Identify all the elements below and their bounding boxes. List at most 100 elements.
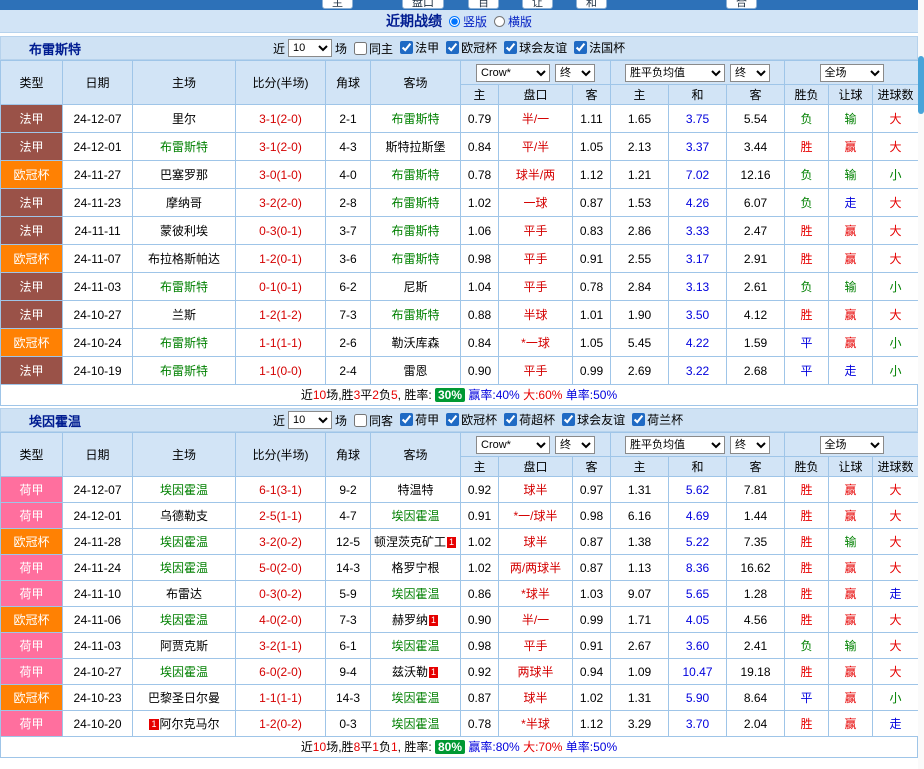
odds-draw: 4.22 [668,328,727,357]
odds-time-select[interactable]: 终 [555,435,595,454]
result-handicap: 输 [828,160,874,189]
league-filter-荷超杯[interactable]: 荷超杯 [504,411,555,428]
odds-draw: 4.05 [668,606,727,633]
handicap-away-odds: 0.99 [572,606,611,633]
league-filter-checkbox[interactable] [504,413,518,426]
col-goals-result: 进球数 [872,84,920,105]
handicap-home-odds: 0.92 [460,658,499,685]
league-badge: 法甲 [0,272,63,301]
league-filter-checkbox[interactable] [400,413,414,426]
match-row: 荷甲 24-10-27 埃因霍温 6-0(2-0) 9-4 兹沃勒 1 0.92 两球半 0.94… [0,658,920,685]
result-handicap: 赢 [828,328,874,357]
handicap-line: *半球 [498,710,573,737]
home-team: 摩纳哥 [132,188,236,217]
league-filter-checkbox[interactable] [446,413,460,426]
league-filter-checkbox[interactable] [562,413,576,426]
home-team: 乌德勒支 [132,502,236,529]
handicap-away-odds: 0.78 [572,272,611,301]
clipped-toolbar: 主 盘口 百 让 和 合 [0,0,918,10]
odds-home: 1.53 [610,188,669,217]
league-filter-欧冠杯[interactable]: 欧冠杯 [446,411,497,428]
match-score: 3-2(2-0) [235,188,326,217]
corner-score: 0-3 [325,710,371,737]
handicap-home-odds: 0.88 [460,300,499,329]
scrollbar-track[interactable] [918,0,924,769]
odds-draw: 5.65 [668,580,727,607]
scope-select[interactable]: 全场 [819,63,884,82]
handicap-line: 球半 [498,476,573,503]
clipped-tab[interactable]: 主 [322,0,353,9]
league-filter-checkbox[interactable] [504,41,518,54]
col-result: 胜负 [784,456,830,477]
summary-row: 近10场,胜3平2负5, 胜率: 30% 赢率:40% 大:60% 单率:50% [0,385,918,406]
scope-select[interactable]: 全场 [819,435,884,454]
odds-away: 19.18 [725,658,786,685]
europe-time-select[interactable]: 终 [730,435,771,454]
odds-away: 1.59 [725,328,786,357]
odds-draw: 3.60 [668,632,727,659]
corner-score: 2-1 [325,104,371,133]
games-label: 场 [335,41,348,56]
match-date: 24-11-11 [62,216,133,245]
col-odds-draw: 和 [668,456,727,477]
odds-time-select[interactable]: 终 [555,63,595,82]
europe-odds-select[interactable]: 胜平负均值 [625,435,726,454]
clipped-tab[interactable]: 合 [726,0,757,9]
same-venue-filter[interactable]: 同客 [354,412,393,429]
odds-draw: 4.69 [668,502,727,529]
summary-text: 场,胜 [326,388,354,402]
match-score: 1-2(1-2) [235,300,326,329]
europe-time-select[interactable]: 终 [730,63,771,82]
away-team: 雷恩 [370,356,461,385]
result-outcome: 胜 [784,580,830,607]
col-home: 主场 [132,60,236,105]
same-venue-checkbox[interactable] [354,413,368,427]
league-filter-checkbox[interactable] [446,41,460,54]
league-filter-球会友谊[interactable]: 球会友谊 [504,39,567,56]
league-filter-checkbox[interactable] [400,41,414,54]
corner-score: 14-3 [325,554,371,581]
result-goals: 大 [872,658,920,685]
games-label: 场 [335,413,348,428]
vertical-layout-radio[interactable] [448,15,460,27]
odds-source-select[interactable]: Crow* [476,63,550,82]
league-filter-法国杯[interactable]: 法国杯 [574,39,625,56]
match-score: 1-1(1-1) [235,328,326,357]
clipped-tab[interactable]: 百 [468,0,499,9]
handicap-home-odds: 1.04 [460,272,499,301]
league-filter-checkbox[interactable] [574,41,588,54]
europe-odds-group-header: 胜平负均值 终 [609,60,786,85]
league-filter-法甲[interactable]: 法甲 [400,39,439,56]
page: 主盘口百让和合 近期战绩 竖版 横版 布雷斯特 近 10 场 同主 法甲 欧冠杯… [0,0,920,758]
away-team: 顿涅茨克矿工 1 [370,528,461,555]
league-badge: 欧冠杯 [0,528,63,555]
same-venue-checkbox[interactable] [354,41,368,55]
clipped-tab[interactable]: 和 [576,0,607,9]
result-outcome: 负 [784,160,830,189]
recent-count-select[interactable]: 10 [288,411,333,429]
league-filter-欧冠杯[interactable]: 欧冠杯 [446,39,497,56]
same-venue-filter[interactable]: 同主 [354,40,393,57]
league-filter-checkbox[interactable] [632,413,646,426]
recent-count-select[interactable]: 10 [288,39,333,57]
result-outcome: 胜 [784,216,830,245]
handicap-line: 球半 [498,528,573,555]
col-date: 日期 [62,60,133,105]
match-row: 荷甲 24-12-07 埃因霍温 6-1(3-1) 9-2 特温特 0.92 球半 0.97 1.… [0,476,920,503]
clipped-tab[interactable]: 让 [522,0,553,9]
league-filter-球会友谊[interactable]: 球会友谊 [562,411,625,428]
scrollbar-thumb[interactable] [918,56,924,114]
summary-text: 10 [312,740,327,754]
match-row: 荷甲 24-12-01 乌德勒支 2-5(1-1) 4-7 埃因霍温 0.91 *一/球半 0.… [0,502,920,529]
horizontal-layout-radio[interactable] [494,15,505,27]
result-outcome: 平 [784,328,830,357]
league-filter-荷兰杯[interactable]: 荷兰杯 [632,411,683,428]
summary-text: , 胜率: [397,388,435,402]
horizontal-layout-option[interactable]: 横版 [487,13,532,30]
away-team: 特温特 [370,476,461,503]
odds-source-select[interactable]: Crow* [476,435,550,454]
vertical-layout-option[interactable]: 竖版 [442,13,487,30]
europe-odds-select[interactable]: 胜平负均值 [625,63,726,82]
league-filter-荷甲[interactable]: 荷甲 [400,411,439,428]
clipped-tab[interactable]: 盘口 [402,0,444,9]
